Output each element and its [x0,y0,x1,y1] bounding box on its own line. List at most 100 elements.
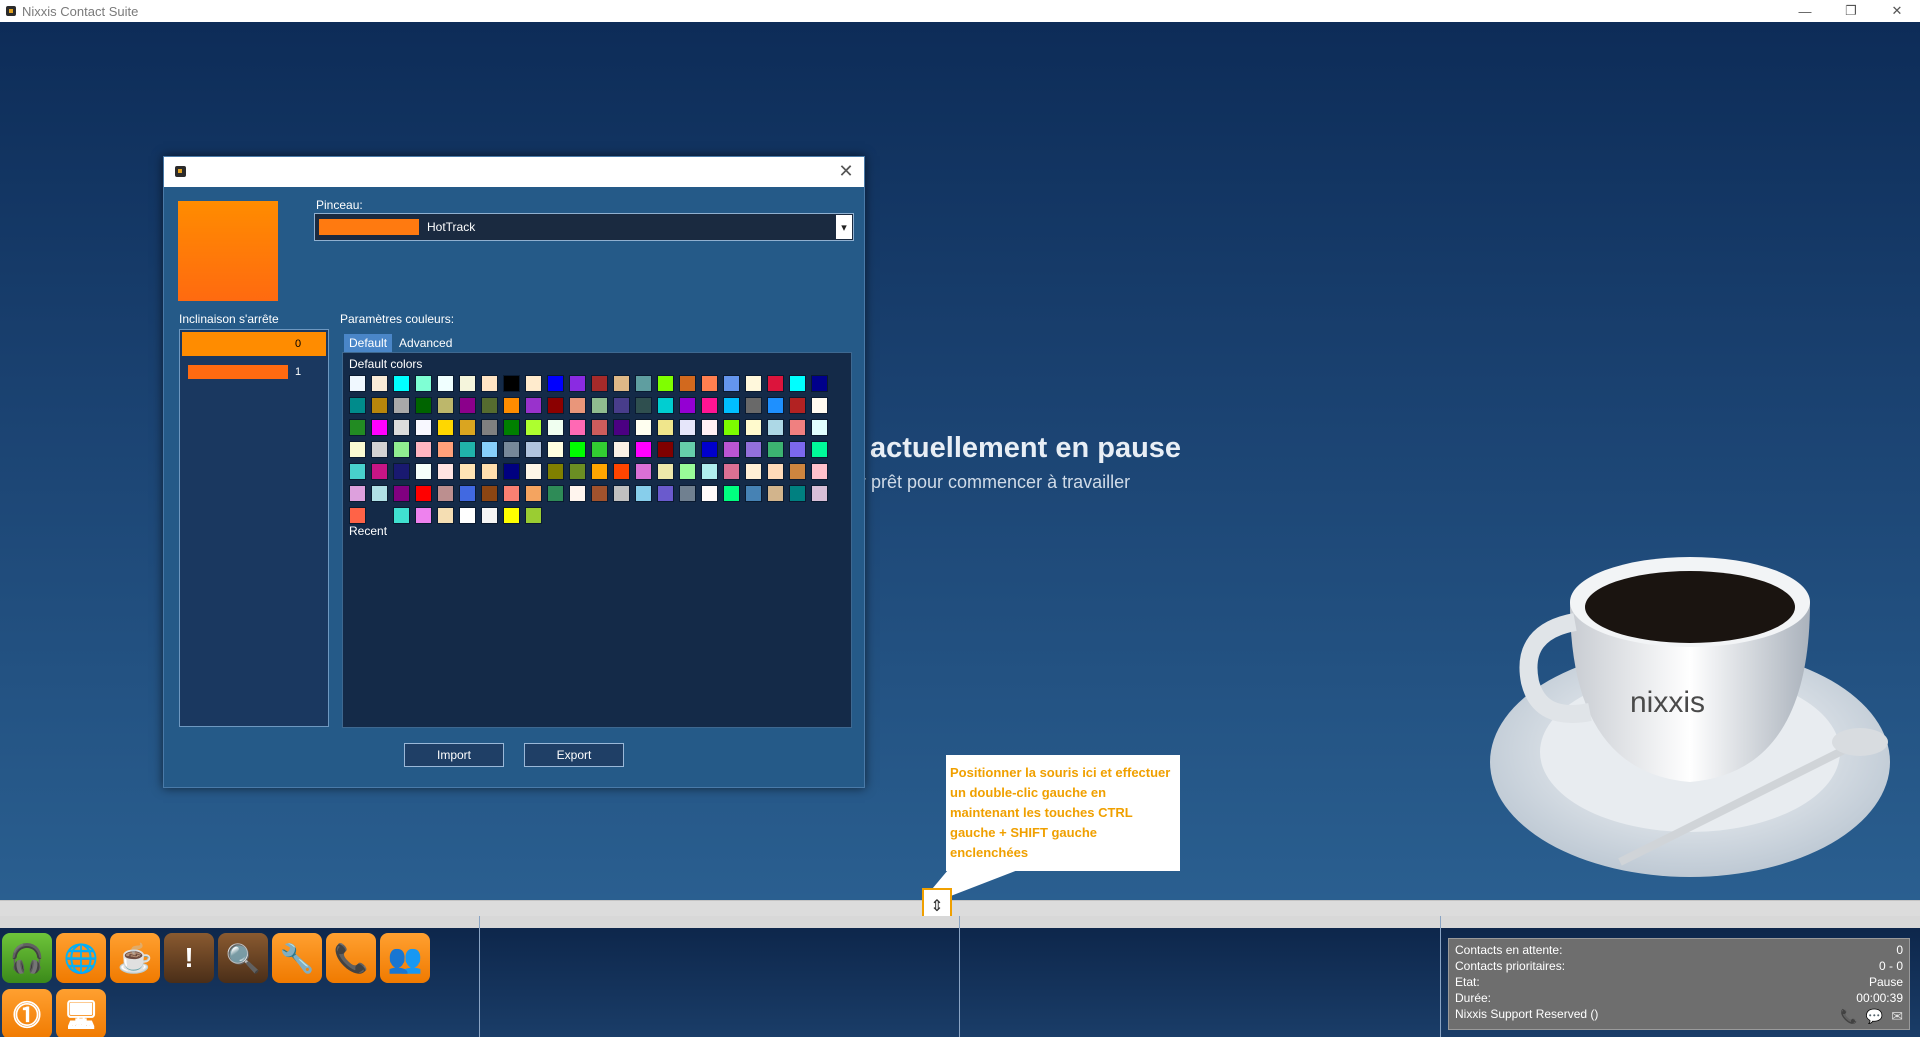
panel-splitter[interactable] [0,900,1920,916]
color-swatch[interactable] [745,485,762,502]
color-swatch[interactable] [481,441,498,458]
color-swatch[interactable] [481,397,498,414]
color-swatch[interactable] [635,485,652,502]
color-swatch[interactable] [503,507,520,524]
color-swatch[interactable] [525,507,542,524]
color-swatch[interactable] [767,485,784,502]
color-swatch[interactable] [459,441,476,458]
color-swatch[interactable] [723,397,740,414]
color-swatch[interactable] [437,507,454,524]
color-swatch[interactable] [811,463,828,480]
color-swatch[interactable] [723,485,740,502]
color-swatch[interactable] [547,463,564,480]
color-swatch[interactable] [349,397,366,414]
color-swatch[interactable] [789,463,806,480]
color-swatch[interactable] [569,397,586,414]
color-swatch[interactable] [613,397,630,414]
color-swatch[interactable] [789,419,806,436]
color-swatch[interactable] [569,463,586,480]
color-swatch[interactable] [767,463,784,480]
color-swatch[interactable] [415,419,432,436]
color-swatch[interactable] [745,397,762,414]
color-swatch[interactable] [569,441,586,458]
color-swatch[interactable] [591,419,608,436]
color-swatch[interactable] [723,375,740,392]
color-swatch[interactable] [459,463,476,480]
export-button[interactable]: Export [524,743,624,767]
color-swatch[interactable] [371,397,388,414]
color-swatch[interactable] [811,419,828,436]
color-swatch[interactable] [415,485,432,502]
phone-icon[interactable]: 📞 [1840,1008,1857,1025]
color-swatch[interactable] [811,441,828,458]
color-swatch[interactable] [459,507,476,524]
color-swatch[interactable] [393,463,410,480]
color-swatch[interactable] [437,485,454,502]
color-swatch[interactable] [657,375,674,392]
color-swatch[interactable] [349,463,366,480]
color-swatch[interactable] [415,441,432,458]
dialog-close-button[interactable]: ✕ [836,160,856,182]
color-swatch[interactable] [635,397,652,414]
warning-circle-icon[interactable]: ⓵ [2,989,52,1037]
color-swatch[interactable] [679,419,696,436]
color-swatch[interactable] [525,397,542,414]
color-swatch[interactable] [789,441,806,458]
tab-advanced[interactable]: Advanced [394,334,457,352]
phone-add-icon[interactable]: 📞 [326,933,376,983]
color-swatch[interactable] [657,397,674,414]
color-swatch[interactable] [459,485,476,502]
color-swatch[interactable] [591,463,608,480]
color-swatch[interactable] [349,375,366,392]
color-swatch[interactable] [547,441,564,458]
color-swatch[interactable] [415,397,432,414]
color-swatch[interactable] [481,375,498,392]
color-swatch[interactable] [701,397,718,414]
color-swatch[interactable] [371,463,388,480]
color-swatch[interactable] [613,375,630,392]
monitor-icon[interactable]: 🖥 [56,989,106,1037]
color-swatch[interactable] [503,485,520,502]
color-swatch[interactable] [503,419,520,436]
color-swatch[interactable] [679,375,696,392]
color-swatch[interactable] [679,485,696,502]
color-swatch[interactable] [569,375,586,392]
users-icon[interactable]: 👥 [380,933,430,983]
color-swatch[interactable] [503,375,520,392]
color-swatch[interactable] [349,419,366,436]
close-icon[interactable]: ✕ [1874,0,1920,22]
color-swatch[interactable] [503,463,520,480]
color-swatch[interactable] [745,463,762,480]
brush-select[interactable]: HotTrack ▾ [314,213,854,241]
bottom-divider[interactable] [1440,916,1441,1037]
color-swatch[interactable] [635,375,652,392]
color-swatch[interactable] [591,441,608,458]
color-swatch[interactable] [415,463,432,480]
color-swatch[interactable] [503,441,520,458]
mail-icon[interactable]: ✉ [1891,1008,1903,1025]
bottom-divider[interactable] [959,916,960,1037]
color-swatch[interactable] [547,419,564,436]
gradient-stop-0[interactable]: 0 [182,332,326,356]
search-icon[interactable]: 🔍 [218,933,268,983]
color-swatch[interactable] [701,485,718,502]
color-swatch[interactable] [701,463,718,480]
color-swatch[interactable] [569,419,586,436]
color-swatch[interactable] [503,397,520,414]
color-swatch[interactable] [767,375,784,392]
color-swatch[interactable] [437,397,454,414]
color-swatch[interactable] [415,375,432,392]
color-swatch[interactable] [701,419,718,436]
color-swatch[interactable] [547,485,564,502]
color-swatch[interactable] [635,463,652,480]
color-swatch[interactable] [767,397,784,414]
coffee-icon[interactable]: ☕ [110,933,160,983]
color-swatch[interactable] [789,375,806,392]
color-swatch[interactable] [481,419,498,436]
color-swatch[interactable] [547,375,564,392]
color-swatch[interactable] [657,419,674,436]
color-swatch[interactable] [437,463,454,480]
color-swatch[interactable] [437,441,454,458]
color-swatch[interactable] [657,441,674,458]
globe-icon[interactable]: 🌐 [56,933,106,983]
